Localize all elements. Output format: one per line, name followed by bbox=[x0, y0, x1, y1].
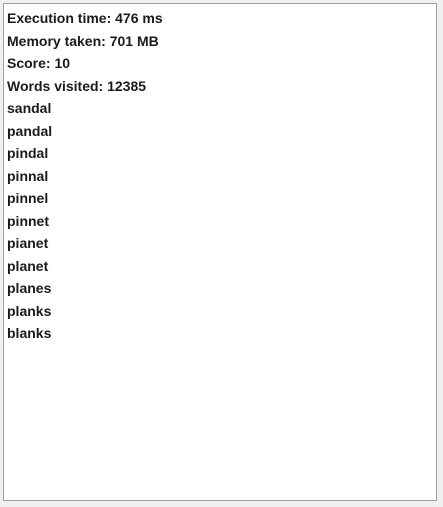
word-line: pianet bbox=[7, 235, 49, 251]
word-line: pandal bbox=[7, 122, 53, 139]
word-line: planes bbox=[7, 280, 52, 296]
word-line: planet bbox=[7, 257, 49, 274]
word-line: sandal bbox=[7, 100, 52, 116]
word-line: blanks bbox=[7, 325, 52, 341]
word-line: pinnal bbox=[7, 167, 49, 184]
memory-taken-text: Memory taken: 701 MB bbox=[7, 32, 159, 49]
word-line: pindal bbox=[7, 145, 49, 161]
execution-time-text: Execution time: 476 ms bbox=[7, 10, 163, 26]
score-text: Score: 10 bbox=[7, 55, 71, 71]
words-visited-text: Words visited: 12385 bbox=[7, 77, 147, 94]
word-line: planks bbox=[7, 302, 52, 319]
word-line: pinnet bbox=[7, 212, 49, 229]
output-lines: Execution time: 476 ms Memory taken: 701… bbox=[4, 4, 436, 345]
word-line: pinnel bbox=[7, 190, 49, 206]
output-textbox[interactable]: Execution time: 476 ms Memory taken: 701… bbox=[3, 3, 437, 501]
